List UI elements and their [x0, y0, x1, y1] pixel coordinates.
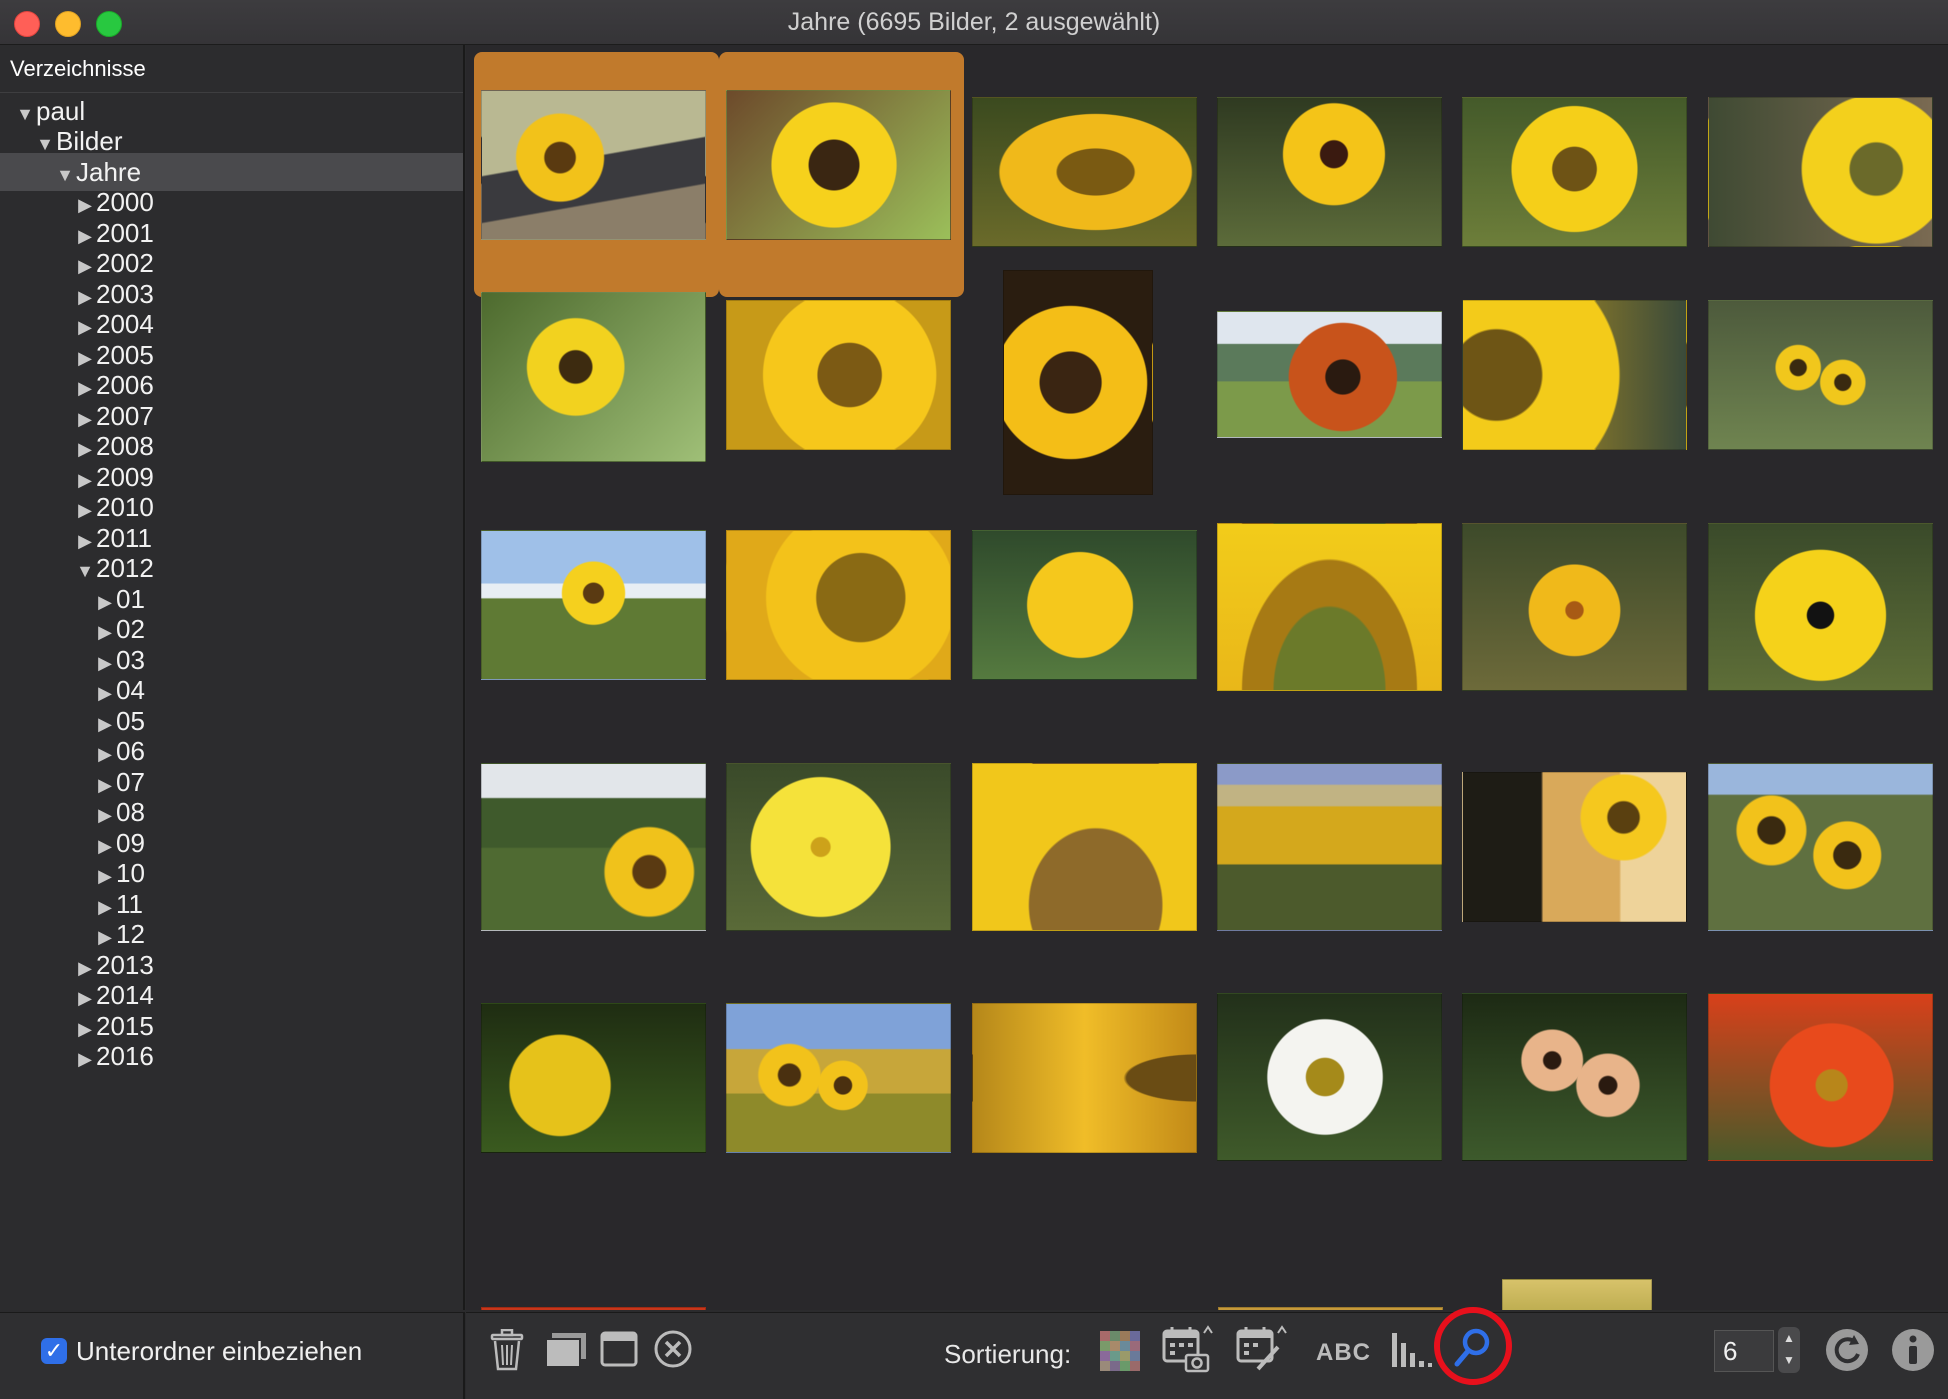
thumbnail-cell[interactable]: [1210, 245, 1455, 490]
photo-sunflower-portrait: [1003, 270, 1153, 495]
photo-sunflower-bee-petals: [972, 1003, 1197, 1153]
thumbnail-cell[interactable]: [965, 965, 1210, 1210]
photo-sunflower-center: [972, 763, 1197, 931]
photo-sunflower-bee: [726, 530, 951, 680]
thumbnail-cell[interactable]: [719, 725, 964, 970]
photo-sunflower: [1462, 97, 1687, 247]
photo-sunflower-half: [1462, 300, 1687, 450]
thumbnail-cell[interactable]: [1701, 725, 1946, 970]
stack-icon[interactable]: [544, 1331, 588, 1369]
photo-sunflower-field-sky: [481, 530, 706, 680]
thumbnail-cell[interactable]: [474, 245, 719, 490]
photo-black-eyed-susan: [1217, 97, 1442, 247]
histogram-icon[interactable]: [1390, 1329, 1434, 1369]
thumbnail-cell[interactable]: [965, 725, 1210, 970]
thumbnail-cell[interactable]: [1455, 725, 1700, 970]
photo-yellow-dahlia: [972, 530, 1197, 680]
sidebar: Verzeichnisse ▼paul ▼Bilder ▼Jahre ▶ 2000…: [0, 45, 465, 1310]
photo-red-flower-bee: [1708, 993, 1933, 1161]
thumbnail-cell[interactable]: [1701, 485, 1946, 730]
photo-partial[interactable]: [1502, 1279, 1652, 1310]
thumbnail-cell[interactable]: [965, 485, 1210, 730]
photo-sunflowers-blue-sky: [726, 1003, 951, 1153]
photo-yellow-daisy: [1462, 523, 1687, 691]
disclosure-closed-icon[interactable]: ▶: [74, 1040, 96, 1078]
photo-sunflowers-garden: [1708, 300, 1933, 450]
thumbnail-cell[interactable]: [965, 245, 1210, 495]
thumbnail-cell[interactable]: [474, 965, 719, 1210]
tree-item[interactable]: ▶ 2016: [0, 1037, 463, 1075]
thumbnail-cell[interactable]: [1455, 245, 1700, 490]
photo-partial[interactable]: [1218, 1307, 1443, 1310]
thumbnail-cell[interactable]: [719, 245, 964, 490]
photo-sunflower-closeup: [726, 90, 951, 240]
thumbnail-cell[interactable]: [1701, 965, 1946, 1210]
photo-dandelion-bee: [481, 1003, 706, 1153]
trash-icon[interactable]: [490, 1329, 524, 1371]
photo-sunflower-field-wide: [1217, 763, 1442, 931]
thumbnail-cell[interactable]: [719, 965, 964, 1210]
include-subfolders-label[interactable]: Unterordner einbeziehen: [76, 1336, 362, 1367]
photo-peach-daisies: [1462, 993, 1687, 1161]
columns-stepper[interactable]: ▲ ▼: [1778, 1327, 1800, 1373]
photo-white-coneflower: [1217, 993, 1442, 1161]
refresh-icon[interactable]: [1824, 1327, 1870, 1373]
photo-yellow-hibiscus: [726, 763, 951, 931]
title-bar: Jahre (6695 Bilder, 2 ausgewählt): [0, 0, 1948, 45]
thumbnail-cell[interactable]: [719, 485, 964, 730]
sidebar-header: Verzeichnisse: [0, 45, 463, 93]
highlight-circle: [1434, 1307, 1512, 1385]
thumbnail-cell[interactable]: [1455, 485, 1700, 730]
photo-red-sunflower-lake: [1217, 311, 1442, 438]
thumbnail-cell[interactable]: [1210, 965, 1455, 1210]
close-icon[interactable]: [654, 1330, 692, 1368]
bottom-toolbar: Sortierung: ABC 6 ▲ ▼: [466, 1307, 1948, 1399]
sidebar-footer: ✓ Unterordner einbeziehen: [0, 1312, 465, 1399]
thumbnail-grid: [466, 45, 1948, 1310]
photo-sunflower-side: [972, 97, 1197, 247]
photo-sunflower-bench: [481, 90, 706, 240]
photo-sunflower-garden: [1708, 97, 1933, 247]
photo-sunflower-bees: [1217, 523, 1442, 691]
photo-yellow-poppy: [1708, 523, 1933, 691]
info-icon[interactable]: [1890, 1327, 1936, 1373]
window-title: Jahre (6695 Bilder, 2 ausgewählt): [787, 8, 1161, 36]
abc-icon[interactable]: ABC: [1316, 1339, 1371, 1367]
window-icon[interactable]: [600, 1331, 638, 1367]
photo-sunflower-leaves: [481, 292, 706, 462]
photo-partial[interactable]: [481, 1307, 706, 1310]
thumbnail-cell[interactable]: [1455, 965, 1700, 1210]
include-subfolders-checkbox[interactable]: ✓: [41, 1338, 67, 1364]
columns-field[interactable]: 6: [1714, 1330, 1774, 1372]
thumbnail-cell[interactable]: [1701, 245, 1946, 490]
thumbnail-cell[interactable]: [1210, 485, 1455, 730]
thumbnail-cell[interactable]: [1210, 725, 1455, 970]
photo-sunflower-macro: [726, 300, 951, 450]
photo-sunflower-sunset: [1462, 772, 1687, 922]
calendar-camera-icon[interactable]: [1162, 1325, 1214, 1373]
sort-label: Sortierung:: [944, 1339, 1072, 1369]
color-grid-icon[interactable]: [1100, 1331, 1140, 1371]
thumbnail-cell[interactable]: [474, 485, 719, 730]
photo-sunflower-field: [481, 763, 706, 931]
calendar-edit-icon[interactable]: [1236, 1325, 1288, 1373]
thumbnail-cell[interactable]: [474, 725, 719, 970]
photo-sunflower-field-blue-sky: [1708, 763, 1933, 931]
